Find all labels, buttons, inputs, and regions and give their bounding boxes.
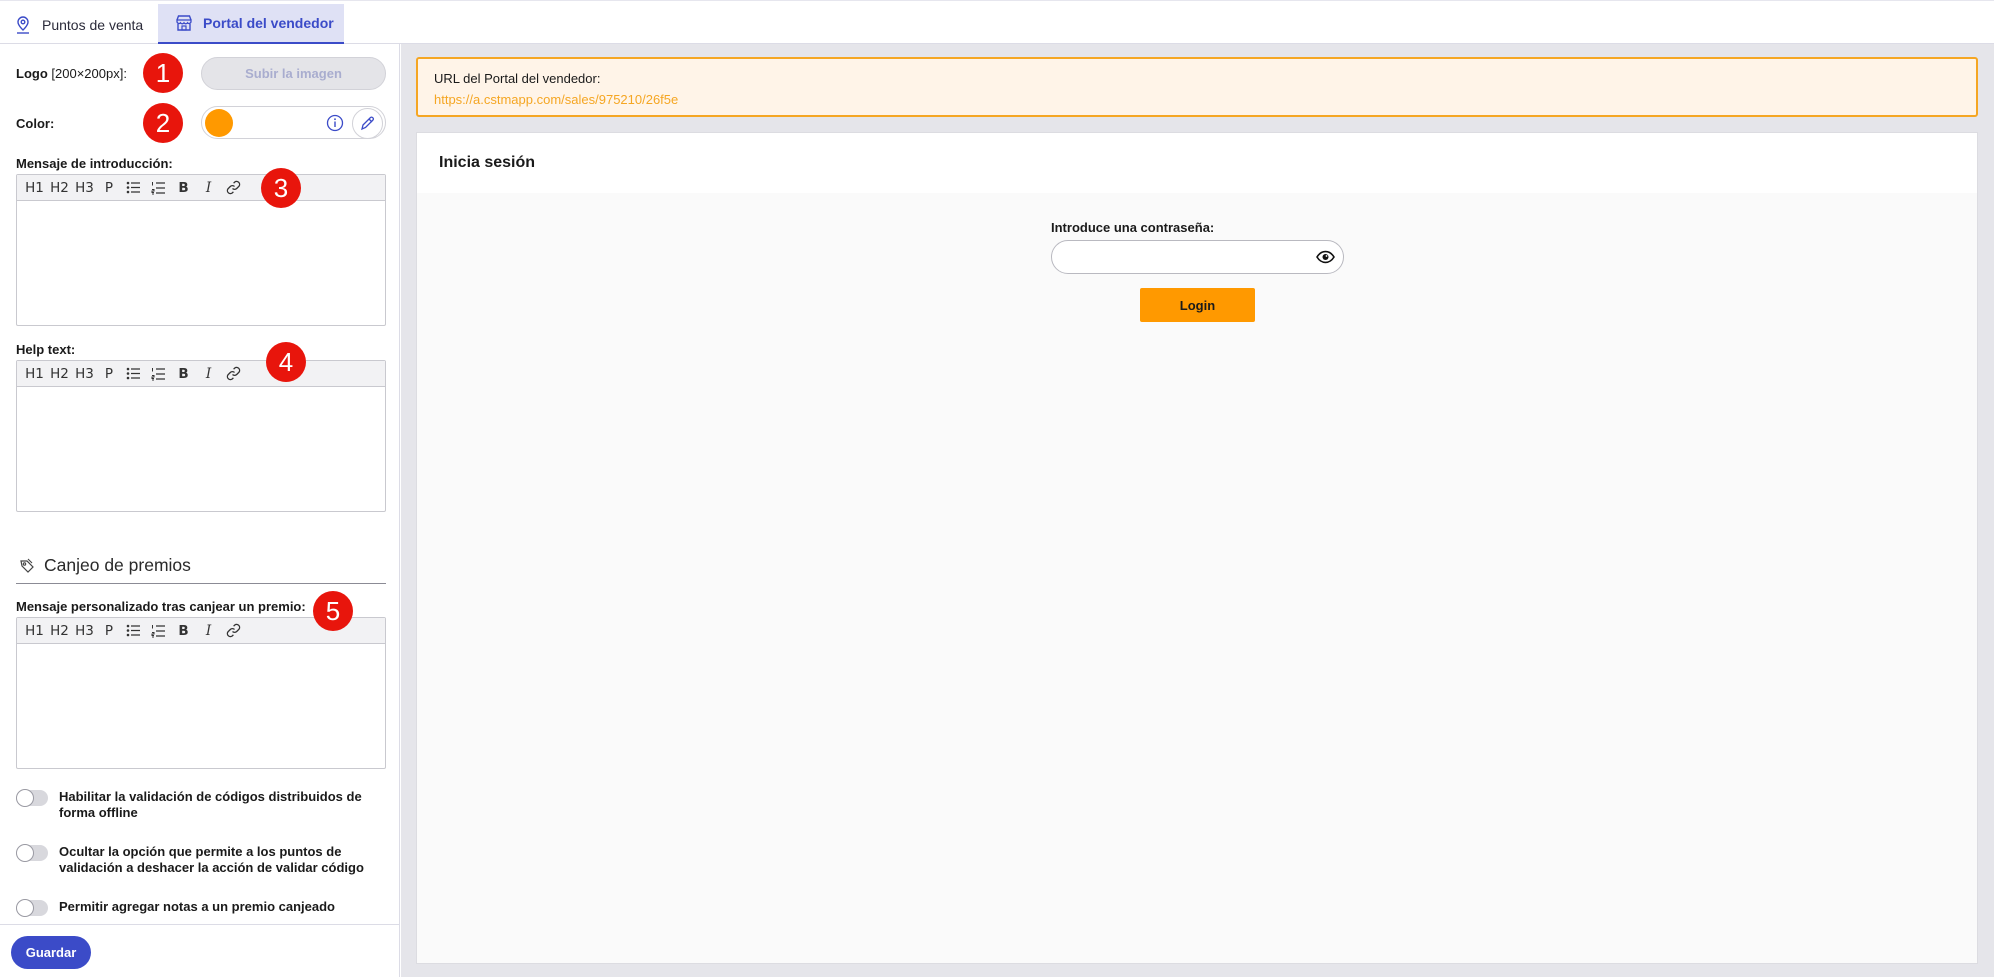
toggle-switch[interactable]: [16, 789, 48, 807]
portal-url-box: URL del Portal del vendedor: https://a.c…: [416, 57, 1978, 117]
h3-button[interactable]: H3: [72, 366, 97, 382]
help-text-textarea[interactable]: [17, 387, 385, 511]
toggle-switch[interactable]: [16, 899, 48, 917]
logo-label: Logo [200×200px]:: [16, 66, 127, 81]
logo-size-hint: [200×200px]:: [51, 66, 127, 81]
link-icon[interactable]: [221, 623, 246, 638]
h2-button[interactable]: H2: [47, 366, 72, 382]
toggle-allow-notes[interactable]: Permitir agregar notas a un premio canje…: [16, 899, 386, 917]
eyedropper-button[interactable]: [352, 108, 383, 139]
step-badge-1: 1: [143, 53, 183, 93]
paragraph-button[interactable]: P: [97, 623, 121, 639]
link-icon[interactable]: [221, 366, 246, 381]
section-title-text: Canjeo de premios: [44, 555, 191, 575]
step-badge-4: 4: [266, 342, 306, 382]
logo-label-text: Logo: [16, 66, 48, 81]
preview-title: Inicia sesión: [439, 154, 536, 171]
intro-message-editor[interactable]: H1 H2 H3 P B I: [16, 174, 386, 326]
bold-button[interactable]: B: [171, 366, 196, 382]
bold-button[interactable]: B: [171, 180, 196, 196]
toggle-label: Habilitar la validación de códigos distr…: [59, 789, 362, 820]
numbered-list-icon[interactable]: [146, 181, 171, 195]
preview-panel: URL del Portal del vendedor: https://a.c…: [401, 44, 1994, 977]
h1-button[interactable]: H1: [22, 623, 47, 639]
step-badge-5: 5: [313, 591, 353, 631]
italic-button[interactable]: I: [196, 623, 221, 639]
pencil-icon: [361, 116, 374, 131]
tab-puntos-de-venta[interactable]: Puntos de venta: [14, 4, 156, 45]
eye-icon[interactable]: [1316, 249, 1335, 265]
info-icon[interactable]: [326, 114, 344, 132]
password-input[interactable]: [1051, 240, 1344, 274]
tab-label: Puntos de venta: [42, 16, 144, 33]
redeem-message-editor[interactable]: H1 H2 H3 P B I: [16, 617, 386, 769]
upload-image-button[interactable]: Subir la imagen: [201, 57, 386, 90]
toggle-hide-undo-validation[interactable]: Ocultar la opción que permite a los punt…: [16, 844, 386, 876]
link-icon[interactable]: [221, 180, 246, 195]
color-picker-field[interactable]: [201, 106, 386, 139]
portal-preview: Inicia sesión Introduce una contraseña: …: [416, 132, 1978, 964]
h2-button[interactable]: H2: [47, 180, 72, 196]
section-title-canjeo: Canjeo de premios: [18, 555, 191, 576]
h1-button[interactable]: H1: [22, 366, 47, 382]
numbered-list-icon[interactable]: [146, 367, 171, 381]
editor-toolbar: H1 H2 H3 P B I: [17, 175, 385, 201]
tab-label: Portal del vendedor: [203, 15, 334, 31]
toggle-offline-validation[interactable]: Habilitar la validación de códigos distr…: [16, 789, 386, 821]
bullet-list-icon[interactable]: [121, 181, 146, 194]
login-button[interactable]: Login: [1140, 288, 1255, 322]
help-text-label: Help text:: [16, 342, 76, 357]
preview-header: Inicia sesión: [417, 133, 1977, 193]
paragraph-button[interactable]: P: [97, 366, 121, 382]
footer-divider: [0, 924, 400, 925]
bullet-list-icon[interactable]: [121, 624, 146, 637]
redeem-message-textarea[interactable]: [17, 644, 385, 768]
bold-button[interactable]: B: [171, 623, 196, 639]
settings-panel: Logo [200×200px]: Subir la imagen 1 Colo…: [0, 44, 400, 977]
intro-message-label: Mensaje de introducción:: [16, 156, 173, 171]
italic-button[interactable]: I: [196, 180, 221, 196]
color-swatch[interactable]: [205, 109, 233, 137]
redeem-message-label: Mensaje personalizado tras canjear un pr…: [16, 599, 306, 614]
portal-url-label: URL del Portal del vendedor:: [434, 71, 601, 86]
toggle-label: Ocultar la opción que permite a los punt…: [59, 844, 364, 875]
location-pin-icon: [17, 15, 29, 34]
redeem-icon: [20, 558, 34, 573]
h3-button[interactable]: H3: [72, 180, 97, 196]
password-label: Introduce una contraseña:: [1051, 220, 1215, 235]
h3-button[interactable]: H3: [72, 623, 97, 639]
h2-button[interactable]: H2: [47, 623, 72, 639]
tab-bar: Puntos de venta Portal del vendedor: [0, 0, 1994, 45]
help-text-editor[interactable]: H1 H2 H3 P B I: [16, 360, 386, 512]
toggle-switch[interactable]: [16, 844, 48, 862]
paragraph-button[interactable]: P: [97, 180, 121, 196]
bullet-list-icon[interactable]: [121, 367, 146, 380]
portal-url-link[interactable]: https://a.cstmapp.com/sales/975210/26f5e: [434, 92, 678, 107]
h1-button[interactable]: H1: [22, 180, 47, 196]
numbered-list-icon[interactable]: [146, 624, 171, 638]
toggle-label: Permitir agregar notas a un premio canje…: [59, 899, 335, 914]
storefront-icon: [176, 15, 192, 31]
step-badge-2: 2: [143, 103, 183, 143]
editor-toolbar: H1 H2 H3 P B I: [17, 361, 385, 387]
color-label: Color:: [16, 116, 55, 131]
save-button[interactable]: Guardar: [11, 936, 91, 969]
intro-message-textarea[interactable]: [17, 201, 385, 325]
section-divider: [16, 583, 386, 584]
italic-button[interactable]: I: [196, 366, 221, 382]
tab-portal-del-vendedor[interactable]: Portal del vendedor: [158, 4, 344, 45]
step-badge-3: 3: [261, 168, 301, 208]
